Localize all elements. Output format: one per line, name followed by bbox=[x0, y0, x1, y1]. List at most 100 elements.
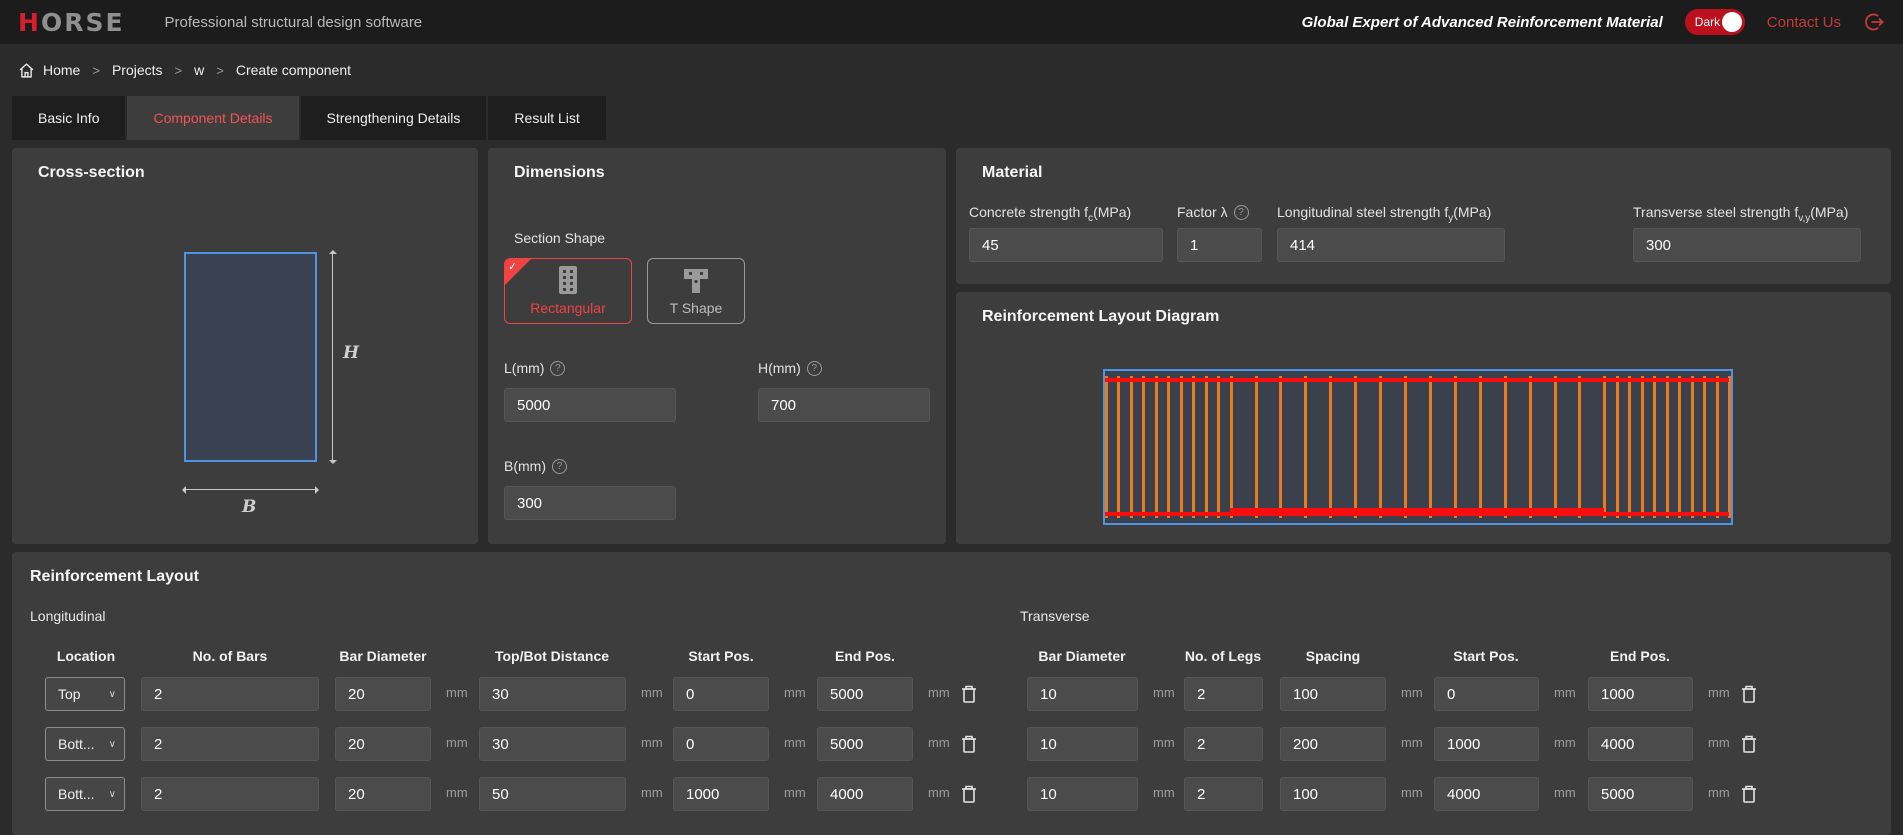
width-dimension-arrow bbox=[184, 489, 317, 490]
longitudinal-steel-input[interactable] bbox=[1277, 228, 1505, 262]
topbot-distance-input[interactable] bbox=[479, 777, 626, 811]
chevron-down-icon: ∨ bbox=[109, 789, 116, 800]
transverse-group-label: Transverse bbox=[1020, 608, 1090, 624]
help-icon[interactable]: ? bbox=[1234, 205, 1249, 220]
contact-us-link[interactable]: Contact Us bbox=[1767, 14, 1841, 31]
delete-row-icon[interactable] bbox=[1740, 784, 1758, 804]
tab-result-list[interactable]: Result List bbox=[488, 96, 605, 140]
logout-icon[interactable] bbox=[1863, 11, 1885, 33]
col-header-location: Location bbox=[57, 648, 115, 664]
col-header-t-start-pos: Start Pos. bbox=[1453, 648, 1518, 664]
home-icon[interactable] bbox=[18, 62, 35, 79]
col-header-end-pos: End Pos. bbox=[835, 648, 895, 664]
t-end-pos-input[interactable] bbox=[1588, 727, 1693, 761]
reinforcement-layout-panel: Reinforcement Layout Longitudinal Transv… bbox=[12, 552, 1891, 835]
b-input[interactable] bbox=[504, 486, 676, 520]
t-shape-icon bbox=[681, 267, 711, 295]
logo-rest: ORSE bbox=[41, 8, 125, 37]
transverse-steel-input[interactable] bbox=[1633, 228, 1861, 262]
t-bar-diameter-input[interactable] bbox=[1027, 677, 1138, 711]
end-pos-input[interactable] bbox=[817, 777, 913, 811]
col-header-no-of-bars: No. of Bars bbox=[193, 648, 268, 664]
col-header-spacing: Spacing bbox=[1306, 648, 1360, 664]
breadcrumb-separator: > bbox=[216, 63, 224, 78]
breadcrumb-separator: > bbox=[175, 63, 183, 78]
breadcrumb-home[interactable]: Home bbox=[43, 62, 80, 78]
bar-diameter-input[interactable] bbox=[335, 777, 431, 811]
location-select[interactable]: Bott...∨ bbox=[45, 727, 125, 761]
height-dimension-arrow bbox=[332, 252, 333, 462]
dimensions-title: Dimensions bbox=[514, 164, 605, 182]
start-pos-input[interactable] bbox=[673, 727, 769, 761]
help-icon[interactable]: ? bbox=[550, 361, 565, 376]
l-field-label: L(mm) ? bbox=[504, 360, 565, 376]
topbot-distance-input[interactable] bbox=[479, 727, 626, 761]
concrete-strength-input[interactable] bbox=[969, 228, 1163, 262]
col-header-topbot-distance: Top/Bot Distance bbox=[495, 648, 609, 664]
shape-card-t-shape[interactable]: T Shape bbox=[647, 258, 745, 324]
cross-section-title: Cross-section bbox=[38, 164, 145, 182]
help-icon[interactable]: ? bbox=[552, 459, 567, 474]
material-title: Material bbox=[982, 164, 1042, 182]
reinforcement-diagram-panel: Reinforcement Layout Diagram bbox=[956, 292, 1891, 544]
location-select[interactable]: Top∨ bbox=[45, 677, 125, 711]
col-header-no-of-legs: No. of Legs bbox=[1185, 648, 1261, 664]
col-header-bar-diameter: Bar Diameter bbox=[339, 648, 426, 664]
t-end-pos-input[interactable] bbox=[1588, 677, 1693, 711]
l-input[interactable] bbox=[504, 388, 676, 422]
col-header-t-bar-diameter: Bar Diameter bbox=[1038, 648, 1125, 664]
t-start-pos-input[interactable] bbox=[1434, 777, 1539, 811]
horse-logo: HORSE bbox=[18, 8, 125, 37]
delete-row-icon[interactable] bbox=[1740, 684, 1758, 704]
t-end-pos-input[interactable] bbox=[1588, 777, 1693, 811]
topbot-distance-input[interactable] bbox=[479, 677, 626, 711]
tab-bar: Basic Info Component Details Strengtheni… bbox=[12, 96, 606, 140]
breadcrumb-project-name[interactable]: w bbox=[194, 62, 204, 78]
col-header-start-pos: Start Pos. bbox=[688, 648, 753, 664]
spacing-input[interactable] bbox=[1280, 727, 1386, 761]
help-icon[interactable]: ? bbox=[807, 361, 822, 376]
tab-strengthening-details[interactable]: Strengthening Details bbox=[301, 96, 487, 140]
no-of-legs-input[interactable] bbox=[1184, 677, 1263, 711]
no-of-legs-input[interactable] bbox=[1184, 777, 1263, 811]
delete-row-icon[interactable] bbox=[960, 734, 978, 754]
spacing-input[interactable] bbox=[1280, 677, 1386, 711]
start-pos-input[interactable] bbox=[673, 777, 769, 811]
end-pos-input[interactable] bbox=[817, 727, 913, 761]
t-start-pos-input[interactable] bbox=[1434, 677, 1539, 711]
reinforcement-row: Bott...∨ mm mm mm mm mm mm mm mm bbox=[12, 777, 1891, 813]
reinforcement-diagram-title: Reinforcement Layout Diagram bbox=[982, 308, 1219, 326]
bar-diameter-input[interactable] bbox=[335, 677, 431, 711]
factor-lambda-input[interactable] bbox=[1177, 228, 1262, 262]
shape-card-rectangular[interactable]: ✓ Rectangular bbox=[504, 258, 632, 324]
no-of-legs-input[interactable] bbox=[1184, 727, 1263, 761]
bar-diameter-input[interactable] bbox=[335, 727, 431, 761]
tab-basic-info[interactable]: Basic Info bbox=[12, 96, 125, 140]
t-bar-diameter-input[interactable] bbox=[1027, 727, 1138, 761]
top-header: HORSE Professional structural design sof… bbox=[0, 0, 1903, 44]
b-field-label: B(mm) ? bbox=[504, 458, 567, 474]
transverse-steel-label: Transverse steel strength fv,y(MPa) bbox=[1633, 204, 1848, 224]
no-of-bars-input[interactable] bbox=[141, 677, 319, 711]
cross-section-rectangle bbox=[184, 252, 317, 462]
theme-toggle[interactable]: Dark bbox=[1685, 9, 1745, 35]
tab-component-details[interactable]: Component Details bbox=[127, 96, 298, 140]
delete-row-icon[interactable] bbox=[1740, 734, 1758, 754]
t-start-pos-input[interactable] bbox=[1434, 727, 1539, 761]
shape-label-rectangular: Rectangular bbox=[530, 300, 606, 316]
spacing-input[interactable] bbox=[1280, 777, 1386, 811]
h-input[interactable] bbox=[758, 388, 930, 422]
t-bar-diameter-input[interactable] bbox=[1027, 777, 1138, 811]
reinforcement-row: Top∨ mm mm mm mm mm mm mm mm bbox=[12, 677, 1891, 713]
delete-row-icon[interactable] bbox=[960, 684, 978, 704]
location-select[interactable]: Bott...∨ bbox=[45, 777, 125, 811]
delete-row-icon[interactable] bbox=[960, 784, 978, 804]
start-pos-input[interactable] bbox=[673, 677, 769, 711]
no-of-bars-input[interactable] bbox=[141, 777, 319, 811]
no-of-bars-input[interactable] bbox=[141, 727, 319, 761]
end-pos-input[interactable] bbox=[817, 677, 913, 711]
rectangular-shape-icon bbox=[556, 265, 580, 295]
breadcrumb-projects[interactable]: Projects bbox=[112, 62, 163, 78]
tagline: Global Expert of Advanced Reinforcement … bbox=[1302, 14, 1663, 31]
logo-first-letter: H bbox=[18, 8, 41, 37]
